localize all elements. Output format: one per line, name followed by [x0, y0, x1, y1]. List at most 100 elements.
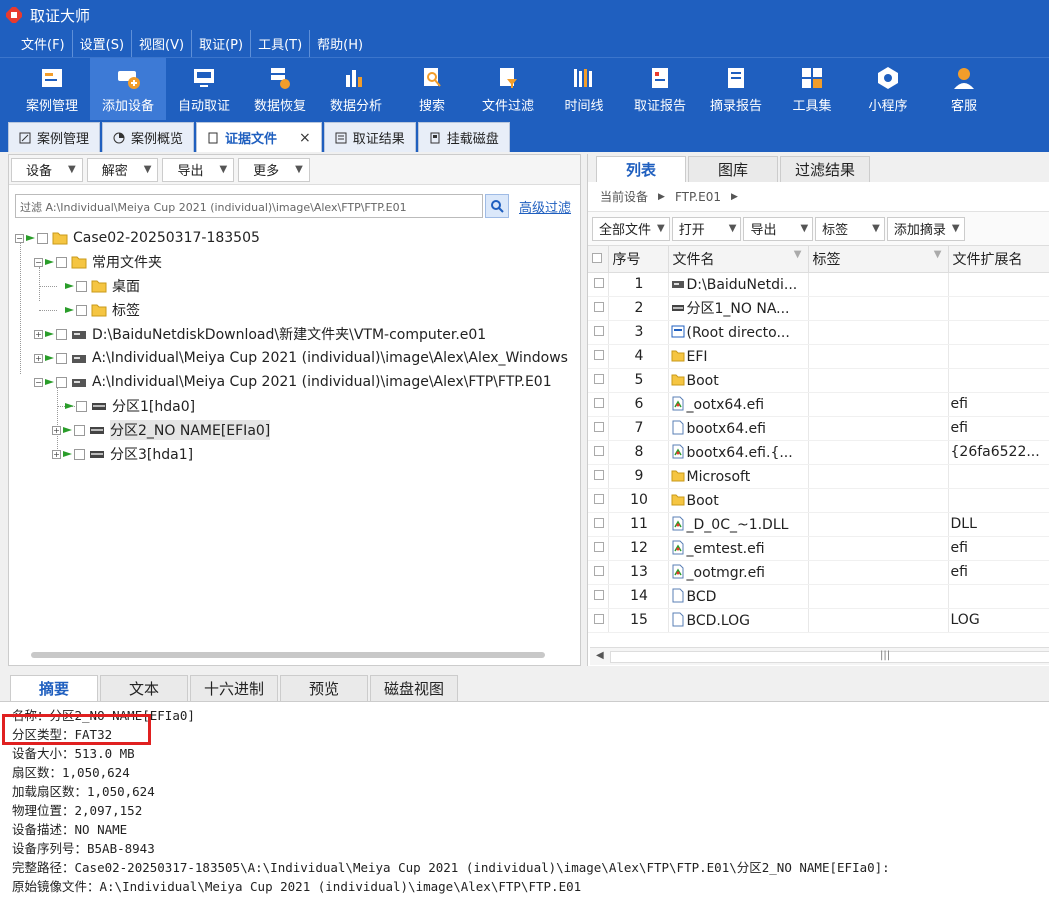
report-button[interactable]: 取证报告	[622, 58, 698, 120]
filter-search-button[interactable]	[485, 194, 509, 218]
more-dropdown[interactable]: 更多 ▼	[238, 157, 310, 182]
column-extension[interactable]: 文件扩展名	[948, 246, 1049, 273]
row-filename[interactable]: 分区1_NO NA...	[668, 296, 809, 321]
row-filename[interactable]: (Root directo...	[668, 320, 809, 345]
row-filename[interactable]: Boot	[668, 368, 809, 393]
tree-checkbox[interactable]	[74, 424, 85, 436]
tree-node-desktop[interactable]: 桌面	[65, 275, 140, 297]
collapse-icon[interactable]: −	[34, 257, 43, 267]
menu-forensics[interactable]: 取证(P)	[192, 30, 252, 57]
table-row[interactable]: 1 D:\BaiduNetdi...	[588, 272, 1049, 297]
table-row[interactable]: 4 EFI	[588, 344, 1049, 369]
tab-preview[interactable]: 预览	[280, 675, 368, 701]
row-filename[interactable]: bootx64.efi.{...	[668, 440, 809, 465]
menu-tools[interactable]: 工具(T)	[251, 30, 311, 57]
row-checkbox[interactable]	[588, 320, 609, 345]
tree-checkbox[interactable]	[74, 448, 85, 460]
filter-icon[interactable]: ▼	[794, 249, 802, 260]
expand-icon[interactable]: +	[34, 353, 43, 363]
row-filename[interactable]: _ootmgr.efi	[668, 560, 809, 585]
tree-node-vtm-image[interactable]: + D:\BaiduNetdiskDownload\新建文件夹\VTM-comp…	[34, 323, 486, 345]
tree-checkbox[interactable]	[76, 280, 87, 292]
column-index[interactable]: 序号	[608, 246, 669, 273]
table-row[interactable]: 3 (Root directo...	[588, 320, 1049, 345]
breadcrumb-current[interactable]: FTP.E01	[675, 190, 721, 204]
row-filename[interactable]: bootx64.efi	[668, 416, 809, 441]
menu-file[interactable]: 文件(F)	[14, 30, 73, 57]
collapse-icon[interactable]: −	[15, 233, 24, 243]
tab-hex[interactable]: 十六进制	[190, 675, 278, 701]
row-filename[interactable]: _D_0C_~1.DLL	[668, 512, 809, 537]
row-filename[interactable]: EFI	[668, 344, 809, 369]
tree-checkbox[interactable]	[76, 400, 87, 412]
tab-text[interactable]: 文本	[100, 675, 188, 701]
column-name[interactable]: 文件名 ▼	[668, 246, 809, 273]
row-filename[interactable]: BCD	[668, 584, 809, 609]
filter-icon[interactable]: ▼	[934, 249, 942, 260]
export-dropdown[interactable]: 导出 ▼	[743, 216, 814, 241]
row-checkbox[interactable]	[588, 344, 609, 369]
tree-node-common-folders[interactable]: − 常用文件夹	[34, 251, 162, 273]
scrollbar-thumb[interactable]	[610, 651, 1049, 663]
filter-input[interactable]: 过滤 A:\Individual\Meiya Cup 2021 (individ…	[15, 194, 483, 218]
table-row[interactable]: 9 Microsoft	[588, 464, 1049, 489]
collapse-icon[interactable]: −	[34, 377, 43, 387]
table-row[interactable]: 15 BCD.LOG LOG	[588, 608, 1049, 633]
excerpt-report-button[interactable]: 摘录报告	[698, 58, 774, 120]
tab-list[interactable]: 列表	[596, 156, 686, 182]
tab-evidence-files[interactable]: 证据文件 ×	[196, 122, 322, 152]
case-manage-button[interactable]: 案例管理	[14, 58, 90, 120]
select-all-checkbox[interactable]	[588, 246, 609, 273]
device-dropdown[interactable]: 设备 ▼	[11, 157, 83, 182]
tree-node-partition-1[interactable]: 分区1[hda0]	[65, 395, 195, 417]
row-checkbox[interactable]	[588, 272, 609, 297]
row-checkbox[interactable]	[588, 392, 609, 417]
row-checkbox[interactable]	[588, 464, 609, 489]
tree-node-tags[interactable]: 标签	[65, 299, 140, 321]
tab-mount-disk[interactable]: 挂载磁盘	[417, 122, 510, 152]
expand-icon[interactable]: +	[52, 449, 61, 459]
tree-horizontal-scrollbar[interactable]	[31, 652, 545, 658]
tab-summary[interactable]: 摘要	[10, 675, 98, 701]
data-analysis-button[interactable]: 数据分析	[318, 58, 394, 120]
table-row[interactable]: 11 _D_0C_~1.DLL DLL	[588, 512, 1049, 537]
column-tag[interactable]: 标签 ▼	[808, 246, 949, 273]
tab-case-overview[interactable]: 案例概览	[102, 122, 195, 152]
table-row[interactable]: 8 bootx64.efi.{... {26fa6522...	[588, 440, 1049, 465]
tree-node-case[interactable]: − Case02-20250317-183505	[15, 227, 260, 249]
scroll-left-icon[interactable]: ◀	[596, 650, 604, 661]
table-row[interactable]: 10 Boot	[588, 488, 1049, 513]
table-row[interactable]: 14 BCD	[588, 584, 1049, 609]
menu-settings[interactable]: 设置(S)	[73, 30, 133, 57]
table-row[interactable]: 12 _emtest.efi efi	[588, 536, 1049, 561]
expand-icon[interactable]: +	[34, 329, 43, 339]
row-filename[interactable]: Microsoft	[668, 464, 809, 489]
row-checkbox[interactable]	[588, 536, 609, 561]
tab-filter-results[interactable]: 过滤结果	[780, 156, 870, 182]
all-files-dropdown[interactable]: 全部文件 ▼	[592, 216, 670, 241]
row-filename[interactable]: _ootx64.efi	[668, 392, 809, 417]
advanced-filter-link[interactable]: 高级过滤	[519, 197, 571, 216]
decrypt-dropdown[interactable]: 解密 ▼	[86, 157, 159, 182]
table-row[interactable]: 7 bootx64.efi efi	[588, 416, 1049, 441]
breadcrumb-root[interactable]: 当前设备	[600, 188, 648, 205]
row-checkbox[interactable]	[588, 488, 609, 513]
tree-checkbox[interactable]	[56, 256, 67, 268]
tree-checkbox[interactable]	[76, 304, 87, 316]
search-button[interactable]: 搜索	[394, 58, 470, 120]
tab-forensic-results[interactable]: 取证结果	[323, 122, 416, 152]
table-row[interactable]: 6 _ootx64.efi efi	[588, 392, 1049, 417]
tree-node-ftp-image[interactable]: − A:\Individual\Meiya Cup 2021 (individu…	[34, 371, 552, 393]
file-list-horizontal-scrollbar[interactable]: ◀ |||	[590, 647, 1049, 665]
tree-node-alex-windows-image[interactable]: + A:\Individual\Meiya Cup 2021 (individu…	[34, 347, 568, 369]
row-filename[interactable]: BCD.LOG	[668, 608, 809, 633]
row-filename[interactable]: Boot	[668, 488, 809, 513]
data-recovery-button[interactable]: 数据恢复	[242, 58, 318, 120]
customer-service-button[interactable]: 客服	[926, 58, 1002, 120]
tree-checkbox[interactable]	[56, 328, 67, 340]
toolset-button[interactable]: 工具集	[774, 58, 850, 120]
tab-disk-view[interactable]: 磁盘视图	[370, 675, 458, 701]
mini-program-button[interactable]: 小程序	[850, 58, 926, 120]
tree-checkbox[interactable]	[56, 376, 67, 388]
row-checkbox[interactable]	[588, 608, 609, 633]
